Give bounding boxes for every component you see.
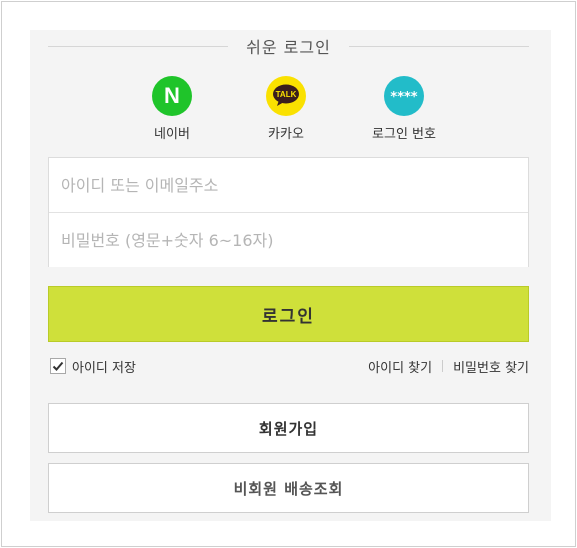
naver-label: 네이버 <box>154 127 190 142</box>
find-account-links: 아이디 찾기 비밀번호 찾기 <box>368 357 529 376</box>
asterisks-glyph: **** <box>390 90 418 105</box>
number-login-icon: **** <box>384 76 424 116</box>
kakao-label: 카카오 <box>268 127 304 142</box>
password-input[interactable] <box>49 213 528 267</box>
credentials-form <box>48 157 529 267</box>
naver-icon: N <box>152 76 192 116</box>
divider-line <box>48 45 229 47</box>
login-panel: 쉬운 로그인 N 네이버 TALK 카카오 **** 로그인 번호 아이디 또는… <box>30 30 551 521</box>
page-frame: 쉬운 로그인 N 네이버 TALK 카카오 **** 로그인 번호 아이디 또는… <box>1 1 576 547</box>
signup-button[interactable]: 회원가입 <box>48 403 529 453</box>
save-id-toggle[interactable]: 아이디 저장 <box>50 357 136 376</box>
easy-login-title: 쉬운 로그인 <box>246 38 331 57</box>
easy-login-heading: 쉬운 로그인 <box>48 34 529 58</box>
svg-text:TALK: TALK <box>276 90 297 99</box>
find-id-link[interactable]: 아이디 찾기 <box>368 357 432 376</box>
check-icon <box>52 361 64 371</box>
naver-glyph: N <box>164 83 180 108</box>
kakao-login-button[interactable]: TALK 카카오 <box>236 76 336 142</box>
guest-order-lookup-button[interactable]: 비회원 배송조회 <box>48 463 529 513</box>
find-password-link[interactable]: 비밀번호 찾기 <box>453 357 529 376</box>
link-divider <box>442 360 444 372</box>
divider-line <box>348 45 529 47</box>
number-login-button[interactable]: **** 로그인 번호 <box>354 76 454 142</box>
kakao-talk-bubble: TALK <box>273 84 299 106</box>
login-button[interactable]: 로그인 <box>48 286 529 342</box>
number-login-label: 로그인 번호 <box>372 127 436 142</box>
kakao-icon: TALK <box>266 76 306 116</box>
save-id-label: 아이디 저장 <box>72 360 136 376</box>
naver-login-button[interactable]: N 네이버 <box>122 76 222 142</box>
save-id-checkbox[interactable] <box>50 358 66 374</box>
id-input[interactable] <box>49 158 528 212</box>
